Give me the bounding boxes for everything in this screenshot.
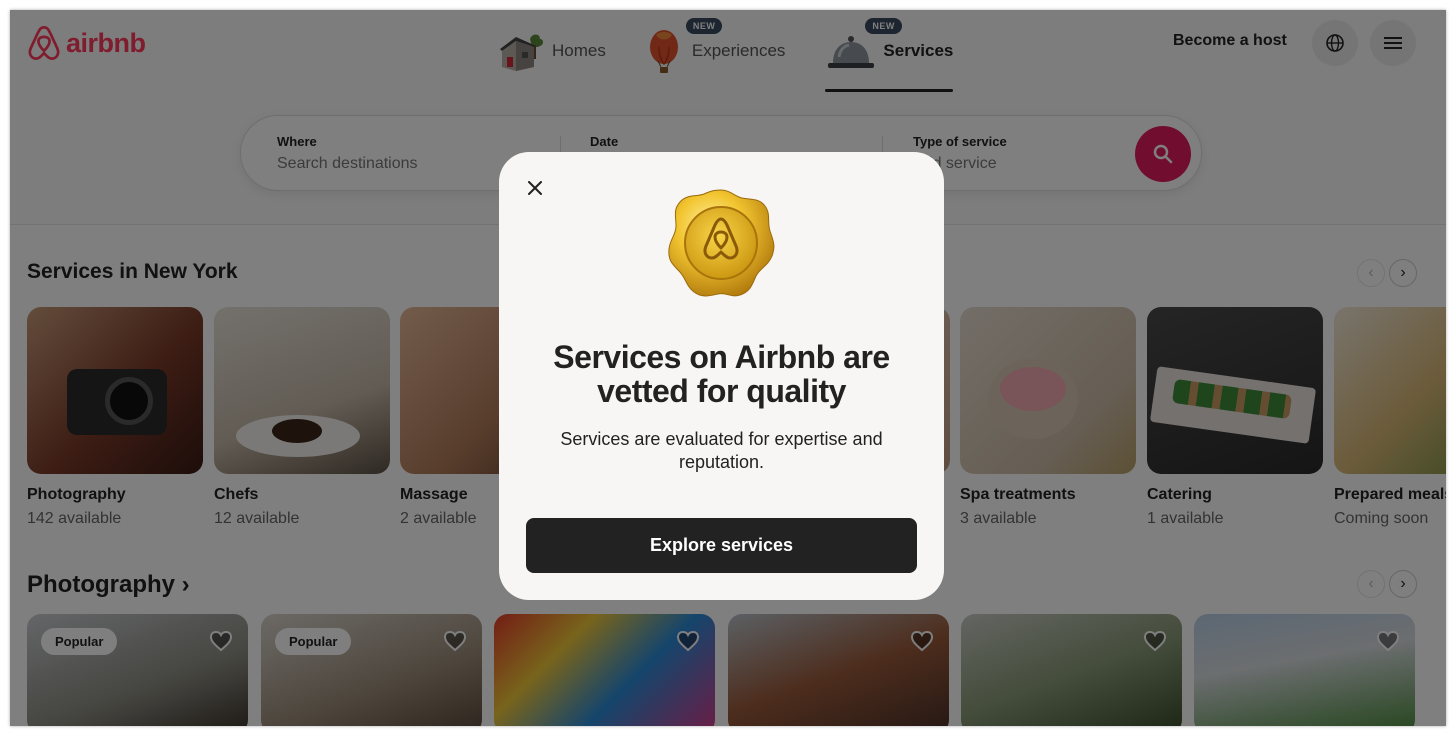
quality-modal: Services on Airbnb are vetted for qualit…	[499, 152, 944, 600]
explore-services-button[interactable]: Explore services	[526, 518, 917, 573]
close-icon	[528, 181, 542, 195]
modal-title: Services on Airbnb are vetted for qualit…	[553, 339, 890, 409]
airbnb-wax-seal-icon	[668, 189, 775, 297]
modal-description: Services are evaluated for expertise and…	[560, 429, 883, 472]
close-button[interactable]	[521, 174, 549, 202]
app-window: airbnb Homes	[10, 10, 1446, 726]
